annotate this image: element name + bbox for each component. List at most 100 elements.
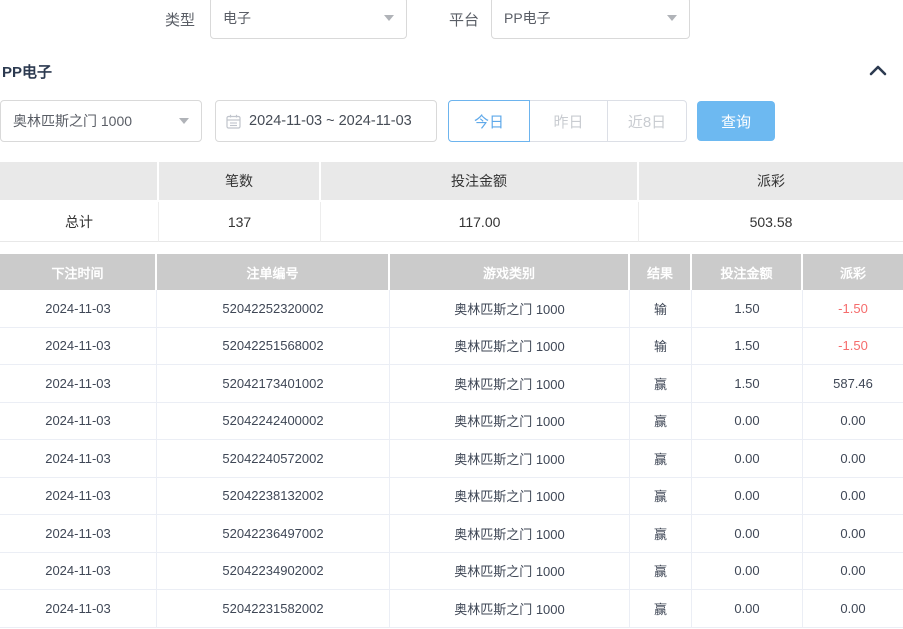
type-select[interactable]: 电子 [210,0,407,39]
bet-game-cell: 奥林匹斯之门 1000 [390,478,630,516]
quick-range-button-group: 今日 昨日 近8日 [448,100,687,142]
today-button[interactable]: 今日 [448,100,530,142]
bet-payout-cell: 0.00 [803,403,903,441]
bet-id-cell: 52042251568002 [157,328,390,366]
bet-amount-cell: 0.00 [692,553,803,591]
table-row: 2024-11-0352042252320002奥林匹斯之门 1000输1.50… [0,290,903,328]
bet-result-cell: 赢 [630,478,692,516]
search-button[interactable]: 查询 [697,101,775,141]
bet-amount-cell: 0.00 [692,590,803,628]
bet-amount-cell: 0.00 [692,478,803,516]
bet-result-cell: 赢 [630,440,692,478]
bet-id-cell: 52042242400002 [157,403,390,441]
summary-total-label: 总计 [0,202,159,242]
bet-time-cell: 2024-11-03 [0,328,157,366]
bet-payout-cell: 0.00 [803,478,903,516]
bet-id-cell: 52042238132002 [157,478,390,516]
table-row: 2024-11-0352042231582002奥林匹斯之门 1000赢0.00… [0,590,903,628]
bet-game-cell: 奥林匹斯之门 1000 [390,403,630,441]
summary-total-count: 137 [159,202,321,242]
summary-header-payout: 派彩 [639,162,903,202]
summary-table: 笔数 投注金额 派彩 总计 137 117.00 503.58 [0,162,903,242]
game-select-value: 奥林匹斯之门 1000 [13,111,179,131]
bet-payout-cell: 0.00 [803,553,903,591]
table-row: 2024-11-0352042240572002奥林匹斯之门 1000赢0.00… [0,440,903,478]
bet-result-cell: 输 [630,290,692,328]
bet-time-cell: 2024-11-03 [0,365,157,403]
bet-amount-cell: 1.50 [692,328,803,366]
table-row: 2024-11-0352042242400002奥林匹斯之门 1000赢0.00… [0,403,903,441]
bet-amount-cell: 0.00 [692,403,803,441]
summary-total-payout: 503.58 [639,202,903,242]
summary-header-row: 笔数 投注金额 派彩 [0,162,903,202]
platform-label: 平台 [449,9,479,30]
bet-records-table: 下注时间 注单编号 游戏类别 结果 投注金额 派彩 2024-11-035204… [0,254,903,628]
summary-header-count: 笔数 [159,162,321,202]
bet-game-cell: 奥林匹斯之门 1000 [390,553,630,591]
bet-game-cell: 奥林匹斯之门 1000 [390,290,630,328]
summary-header-bet-amount: 投注金额 [321,162,639,202]
bet-header-game: 游戏类别 [390,254,630,290]
chevron-down-icon [179,118,189,124]
bet-header-result: 结果 [630,254,692,290]
chevron-down-icon [384,15,394,21]
bet-time-cell: 2024-11-03 [0,440,157,478]
collapse-section-button[interactable] [868,63,888,81]
bet-game-cell: 奥林匹斯之门 1000 [390,365,630,403]
bet-header-time: 下注时间 [0,254,157,290]
bet-time-cell: 2024-11-03 [0,553,157,591]
bet-time-cell: 2024-11-03 [0,590,157,628]
bet-table-header-row: 下注时间 注单编号 游戏类别 结果 投注金额 派彩 [0,254,903,290]
summary-total-row: 总计 137 117.00 503.58 [0,202,903,242]
chevron-down-icon [667,15,677,21]
bet-game-cell: 奥林匹斯之门 1000 [390,515,630,553]
table-row: 2024-11-0352042173401002奥林匹斯之门 1000赢1.50… [0,365,903,403]
date-range-value: 2024-11-03 ~ 2024-11-03 [249,113,412,129]
bet-time-cell: 2024-11-03 [0,515,157,553]
table-row: 2024-11-0352042234902002奥林匹斯之门 1000赢0.00… [0,553,903,591]
bet-header-amount: 投注金额 [692,254,803,290]
bet-id-cell: 52042236497002 [157,515,390,553]
last8days-button[interactable]: 近8日 [607,100,687,142]
bet-id-cell: 52042252320002 [157,290,390,328]
bet-amount-cell: 1.50 [692,290,803,328]
bet-result-cell: 赢 [630,590,692,628]
bet-id-cell: 52042240572002 [157,440,390,478]
bet-table-body: 2024-11-0352042252320002奥林匹斯之门 1000输1.50… [0,290,903,628]
bet-result-cell: 输 [630,328,692,366]
bet-payout-cell: 0.00 [803,590,903,628]
bet-amount-cell: 0.00 [692,440,803,478]
table-row: 2024-11-0352042251568002奥林匹斯之门 1000输1.50… [0,328,903,366]
type-label: 类型 [165,9,195,30]
bet-result-cell: 赢 [630,403,692,441]
bet-game-cell: 奥林匹斯之门 1000 [390,590,630,628]
bet-payout-cell: 587.46 [803,365,903,403]
bet-amount-cell: 1.50 [692,365,803,403]
type-select-value: 电子 [223,8,384,28]
table-row: 2024-11-0352042238132002奥林匹斯之门 1000赢0.00… [0,478,903,516]
platform-select[interactable]: PP电子 [491,0,690,39]
summary-total-bet-amount: 117.00 [321,202,639,242]
bet-payout-cell: 0.00 [803,515,903,553]
chevron-up-icon [868,64,888,76]
date-range-picker[interactable]: 2024-11-03 ~ 2024-11-03 [215,100,437,142]
section-title: PP电子 [2,61,52,82]
bet-game-cell: 奥林匹斯之门 1000 [390,328,630,366]
bet-time-cell: 2024-11-03 [0,403,157,441]
game-select[interactable]: 奥林匹斯之门 1000 [0,100,202,142]
bet-amount-cell: 0.00 [692,515,803,553]
bet-payout-cell: 0.00 [803,440,903,478]
bet-time-cell: 2024-11-03 [0,478,157,516]
bet-id-cell: 52042173401002 [157,365,390,403]
platform-select-value: PP电子 [504,8,667,28]
bet-payout-cell: -1.50 [803,290,903,328]
bet-payout-cell: -1.50 [803,328,903,366]
bet-header-payout: 派彩 [803,254,903,290]
yesterday-button[interactable]: 昨日 [529,100,608,142]
bet-id-cell: 52042231582002 [157,590,390,628]
bet-result-cell: 赢 [630,365,692,403]
table-row: 2024-11-0352042236497002奥林匹斯之门 1000赢0.00… [0,515,903,553]
bet-result-cell: 赢 [630,553,692,591]
bet-id-cell: 52042234902002 [157,553,390,591]
bet-header-id: 注单编号 [157,254,390,290]
